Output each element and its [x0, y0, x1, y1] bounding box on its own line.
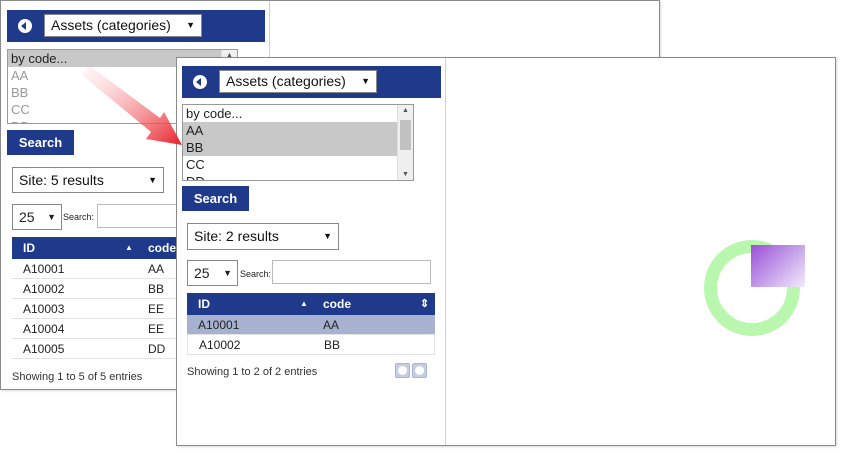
category-select-value: Assets (categories) [226, 73, 346, 89]
chevron-down-icon: ▼ [323, 231, 332, 241]
table-row[interactable]: A10001 AA [187, 315, 435, 335]
front-sidebar: Assets (categories) ▼ by code... AA BB C… [177, 58, 446, 445]
search-label: Search: [240, 269, 272, 279]
cell-code: DD [148, 342, 166, 356]
category-select-value: Assets (categories) [51, 17, 171, 33]
chevron-down-icon: ▼ [223, 268, 232, 278]
cell-id: A10004 [23, 322, 65, 336]
gradient-square [751, 245, 805, 287]
page-size-value: 25 [194, 265, 210, 281]
page-size-value: 25 [19, 209, 35, 225]
back-circle-icon[interactable] [18, 19, 32, 33]
page-size-select[interactable]: 25 ▼ [12, 204, 62, 230]
cell-id: A10003 [23, 302, 65, 316]
back-topbar: Assets (categories) ▼ [7, 10, 265, 42]
column-header-id[interactable]: ID [23, 237, 35, 259]
table-header: ID ▲ code ⇕ [187, 293, 435, 315]
cell-code: AA [148, 262, 165, 276]
table-row[interactable]: A10002 BB [187, 335, 435, 355]
sort-asc-icon: ▲ [300, 299, 308, 308]
chevron-down-icon: ▼ [361, 76, 370, 86]
table-search-input[interactable] [272, 260, 431, 284]
scroll-thumb[interactable] [400, 120, 411, 150]
site-select-value: Site: 5 results [19, 172, 104, 188]
site-select-value: Site: 2 results [194, 228, 279, 244]
chevron-down-icon: ▼ [148, 175, 157, 185]
cell-code: EE [148, 302, 165, 316]
cell-code: BB [148, 282, 165, 296]
list-option[interactable]: DD [183, 173, 413, 180]
chevron-down-icon: ▼ [186, 20, 195, 30]
cell-code: EE [148, 322, 165, 336]
search-button[interactable]: Search [7, 130, 74, 155]
site-select[interactable]: Site: 5 results ▼ [12, 167, 164, 193]
page-size-select[interactable]: 25 ▼ [187, 260, 238, 286]
list-option[interactable]: CC [183, 156, 413, 173]
column-header-id[interactable]: ID [198, 293, 210, 315]
cell-code: AA [323, 318, 340, 332]
list-option[interactable]: AA [183, 122, 397, 139]
chevron-down-icon: ▼ [47, 212, 56, 222]
column-header-code[interactable]: code [148, 237, 176, 259]
cell-id: A10002 [23, 282, 65, 296]
sort-both-icon: ⇕ [420, 298, 430, 310]
search-label: Search: [63, 212, 95, 222]
site-select[interactable]: Site: 2 results ▼ [187, 223, 339, 250]
column-header-code[interactable]: code [323, 293, 351, 315]
category-select[interactable]: Assets (categories) ▼ [219, 70, 377, 93]
category-select[interactable]: Assets (categories) ▼ [44, 14, 202, 37]
cell-code: BB [324, 338, 341, 352]
list-option[interactable]: BB [183, 139, 397, 156]
next-page-icon[interactable] [412, 363, 427, 378]
cell-id: A10005 [23, 342, 65, 356]
search-button[interactable]: Search [182, 186, 249, 211]
front-topbar: Assets (categories) ▼ [182, 66, 441, 98]
table-info: Showing 1 to 5 of 5 entries [12, 371, 143, 383]
cell-id: A10001 [23, 262, 65, 276]
cell-id: A10001 [198, 318, 240, 332]
sort-asc-icon: ▲ [125, 243, 133, 252]
code-listbox[interactable]: by code... AA BB CC DD ▲ ▼ [182, 104, 414, 181]
scroll-down-icon[interactable]: ▼ [402, 171, 409, 178]
listbox-scrollbar[interactable]: ▲ ▼ [397, 105, 413, 180]
table-info: Showing 1 to 2 of 2 entries [187, 366, 318, 378]
scroll-up-icon[interactable]: ▲ [402, 107, 409, 114]
list-option[interactable]: by code... [183, 105, 413, 122]
results-table: ID ▲ code ⇕ A10001 AA A10002 BB [187, 293, 435, 355]
prev-page-icon[interactable] [395, 363, 410, 378]
back-circle-icon[interactable] [193, 75, 207, 89]
cell-id: A10002 [199, 338, 241, 352]
